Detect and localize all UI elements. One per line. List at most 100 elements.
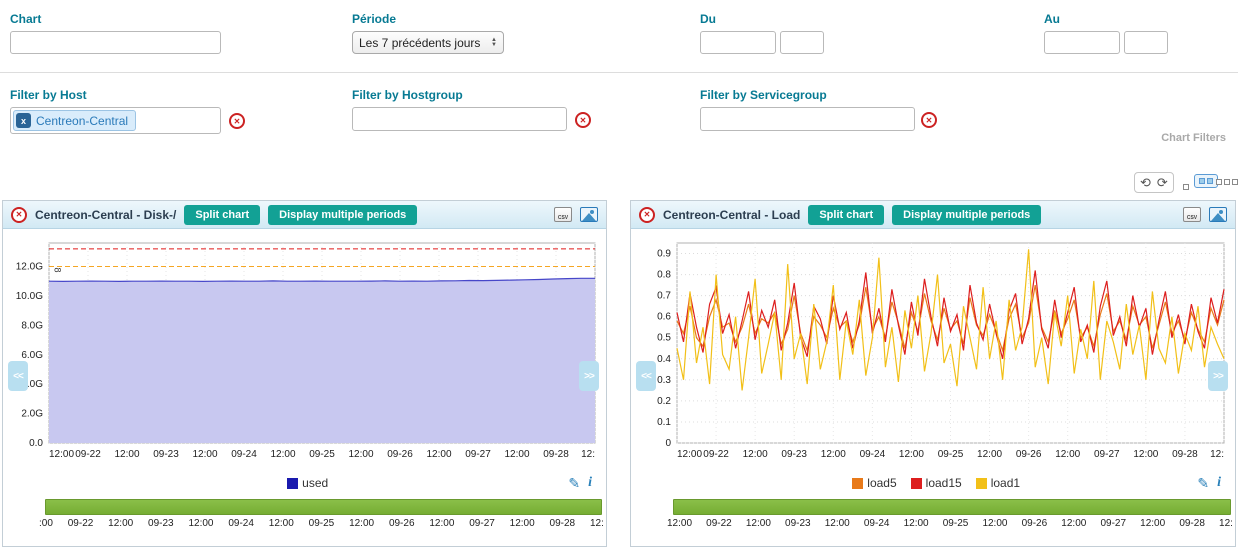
timeline-tick: 09-23 (148, 518, 174, 529)
display-multiple-periods-button[interactable]: Display multiple periods (268, 205, 417, 225)
export-image-icon[interactable] (1209, 207, 1227, 222)
timeline-tick: 12:00 (1140, 518, 1165, 529)
du-label: Du (700, 12, 716, 26)
layout-two-column-icon[interactable] (1194, 174, 1218, 188)
chart-filter-input[interactable] (10, 31, 221, 54)
timeline-tick: 09-24 (864, 518, 890, 529)
host-tag: x Centreon-Central (13, 110, 136, 131)
timeline-range-selector[interactable] (45, 499, 602, 515)
timeline-tick: 09-25 (943, 518, 969, 529)
legend-item: load15 (911, 476, 962, 490)
timeline-tick: :00 (39, 518, 53, 529)
scroll-right-button[interactable]: >> (579, 361, 599, 391)
du-time-input[interactable] (780, 31, 824, 54)
filter-by-host-label: Filter by Host (10, 88, 87, 102)
au-date-input[interactable] (1044, 31, 1120, 54)
legend-swatch-icon (852, 478, 863, 489)
chart-footer: load5 load15 load1 ✎ i (645, 473, 1221, 493)
close-chart-icon[interactable]: ✕ (11, 207, 27, 223)
svg-text:09-27: 09-27 (465, 449, 491, 460)
chart-panel-disk: ✕ Centreon-Central - Disk-/ Split chart … (2, 200, 607, 547)
svg-text:12:00: 12:00 (504, 449, 529, 460)
svg-text:09-22: 09-22 (703, 449, 729, 460)
chart-panel-load: ✕ Centreon-Central - Load Split chart Di… (630, 200, 1236, 547)
display-multiple-periods-button[interactable]: Display multiple periods (892, 205, 1041, 225)
timeline-tick: 12:00 (108, 518, 133, 529)
svg-text:12:00: 12:00 (348, 449, 373, 460)
timeline-tick: 12:00 (269, 518, 294, 529)
svg-text:12:00: 12:00 (1055, 449, 1080, 460)
legend-item: load1 (976, 476, 1020, 490)
svg-text:09-26: 09-26 (387, 449, 413, 460)
edit-chart-icon[interactable]: ✎ (568, 475, 580, 492)
svg-text:12:00: 12:00 (270, 449, 295, 460)
legend-item: load5 (852, 476, 896, 490)
timeline-tick: 12:00 (1061, 518, 1086, 529)
svg-text:0.4: 0.4 (657, 354, 671, 365)
chart-panel-disk-body: 8 0.02.0G4.0G6.0G8.0G10.0G12.0G12:0009-2… (3, 233, 606, 547)
svg-text:09-27: 09-27 (1094, 449, 1120, 460)
select-carets-icon: ▲▼ (491, 38, 497, 48)
legend-item: used (287, 476, 328, 490)
svg-text:12:00: 12:00 (743, 449, 768, 460)
svg-text:12:00: 12:00 (977, 449, 1002, 460)
clear-host-filter-icon[interactable]: ✕ (229, 113, 245, 129)
svg-text:09-24: 09-24 (860, 449, 886, 460)
timeline-tick: 09-26 (1022, 518, 1048, 529)
legend-swatch-icon (911, 478, 922, 489)
timeline-tick: 12: (590, 518, 604, 529)
split-chart-button[interactable]: Split chart (184, 205, 260, 225)
filter-divider (0, 72, 1238, 73)
au-time-input[interactable] (1124, 31, 1168, 54)
host-filter-input[interactable]: x Centreon-Central (10, 107, 221, 134)
hostgroup-filter-input[interactable] (352, 107, 567, 131)
chart-legend: load5 load15 load1 (675, 476, 1197, 490)
svg-text:0.1: 0.1 (657, 417, 671, 428)
edit-chart-icon[interactable]: ✎ (1197, 475, 1209, 492)
timeline-tick: 12:00 (510, 518, 535, 529)
svg-text:0: 0 (665, 438, 671, 449)
svg-text:12:: 12: (1210, 449, 1224, 460)
rotate-left-icon[interactable]: ⟲ (1140, 175, 1151, 191)
chart-info-icon[interactable]: i (588, 475, 592, 491)
split-chart-button[interactable]: Split chart (808, 205, 884, 225)
timeline-tick: 12:00 (667, 518, 692, 529)
svg-text:12:00: 12:00 (426, 449, 451, 460)
servicegroup-filter-input[interactable] (700, 107, 915, 131)
svg-text:0.0: 0.0 (29, 438, 43, 449)
timeline-tick: 12:00 (188, 518, 213, 529)
svg-text:12.0G: 12.0G (16, 262, 43, 273)
close-chart-icon[interactable]: ✕ (639, 207, 655, 223)
chart-filter-label: Chart (10, 12, 41, 26)
svg-text:0.9: 0.9 (657, 249, 671, 260)
clear-servicegroup-filter-icon[interactable]: ✕ (921, 112, 937, 128)
svg-text:09-22: 09-22 (75, 449, 101, 460)
du-date-input[interactable] (700, 31, 776, 54)
layout-three-column-icon[interactable] (1216, 179, 1238, 185)
svg-text:12:: 12: (581, 449, 595, 460)
scroll-left-button[interactable]: << (636, 361, 656, 391)
chart-info-icon[interactable]: i (1217, 475, 1221, 491)
period-select[interactable]: Les 7 précédents jours ▲▼ (352, 31, 504, 54)
clear-hostgroup-filter-icon[interactable]: ✕ (575, 112, 591, 128)
timeline-tick: 09-22 (706, 518, 732, 529)
timeline-tick: 09-25 (309, 518, 335, 529)
svg-text:6.0G: 6.0G (21, 350, 43, 361)
period-selected-value: Les 7 précédents jours (359, 36, 485, 50)
svg-text:09-23: 09-23 (781, 449, 807, 460)
chart-filters-section-label: Chart Filters (1161, 132, 1226, 144)
scroll-right-button[interactable]: >> (1208, 361, 1228, 391)
rotate-right-icon[interactable]: ⟳ (1157, 175, 1168, 191)
timeline-range-selector[interactable] (673, 499, 1231, 515)
scroll-left-button[interactable]: << (8, 361, 28, 391)
svg-text:09-23: 09-23 (153, 449, 179, 460)
layout-one-column-icon[interactable] (1183, 179, 1189, 193)
export-csv-icon[interactable]: CSV (1183, 207, 1201, 222)
remove-host-tag-icon[interactable]: x (16, 113, 31, 128)
timeline-tick: 12:00 (429, 518, 454, 529)
timeline-tick: 12:00 (746, 518, 771, 529)
svg-text:0.3: 0.3 (657, 375, 671, 386)
export-image-icon[interactable] (580, 207, 598, 222)
export-csv-icon[interactable]: CSV (554, 207, 572, 222)
timeline-tick: 09-23 (785, 518, 811, 529)
